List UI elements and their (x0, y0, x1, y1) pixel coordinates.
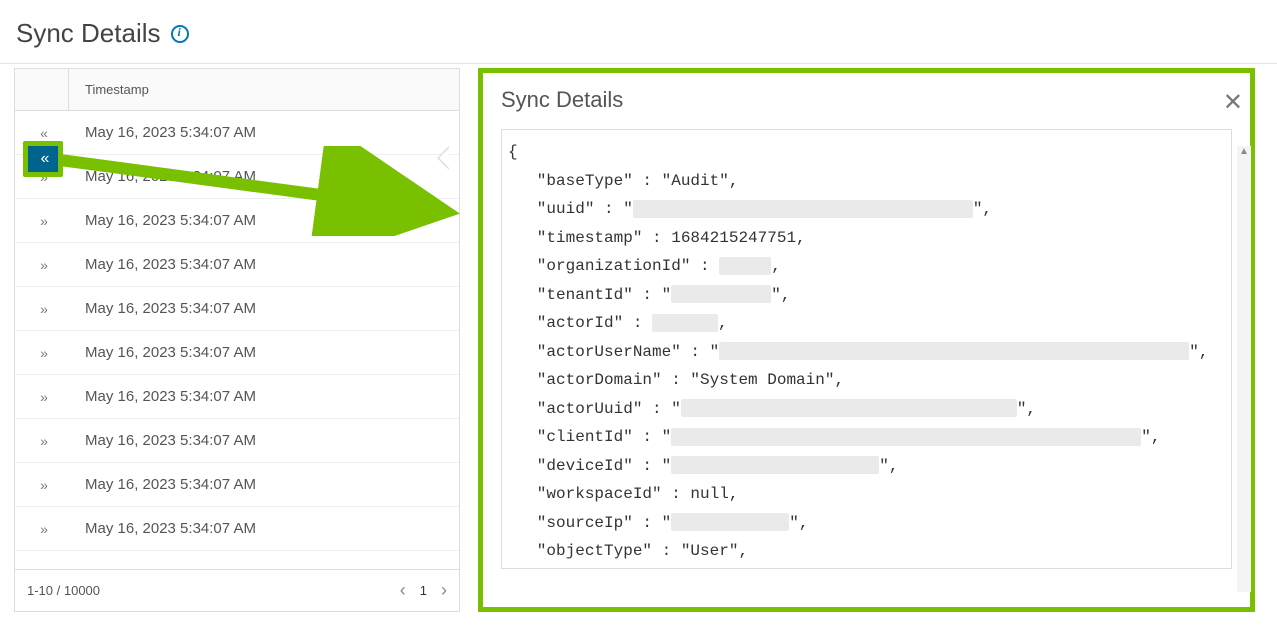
json-line: "actorUserName" : "", (508, 338, 1225, 367)
timestamp-cell: May 16, 2023 5:34:07 AM (69, 212, 256, 229)
title-text: Sync Details (16, 18, 161, 49)
redacted-value (719, 342, 1189, 360)
expand-row-icon[interactable]: » (15, 213, 69, 229)
page-title: Sync Details (0, 0, 1277, 63)
json-line: "sourceIp" : "", (508, 509, 1225, 538)
expand-row-icon[interactable]: » (15, 345, 69, 361)
json-line: "clientId" : "", (508, 423, 1225, 452)
expand-row-icon[interactable]: » (15, 257, 69, 273)
json-line: "organizationId" : , (508, 252, 1225, 281)
expand-row-icon[interactable]: » (15, 389, 69, 405)
expand-row-icon[interactable]: » (15, 521, 69, 537)
redacted-value (671, 513, 789, 531)
redacted-value (671, 285, 771, 303)
table-row[interactable]: «May 16, 2023 5:34:07 AM (15, 111, 459, 155)
close-icon[interactable]: ✕ (1223, 88, 1243, 117)
json-line: "timestamp" : 1684215247751, (508, 224, 1225, 253)
th-timestamp[interactable]: Timestamp (69, 82, 149, 97)
table-row[interactable]: »May 16, 2023 5:34:07 AM (15, 331, 459, 375)
json-line: "objectId" : "", (508, 566, 1225, 570)
timestamp-cell: May 16, 2023 5:34:07 AM (69, 124, 256, 141)
page-number: 1 (420, 583, 427, 598)
expand-row-icon[interactable]: » (15, 433, 69, 449)
redacted-value (671, 456, 879, 474)
redacted-value (633, 200, 973, 218)
json-line: "baseType" : "Audit", (508, 167, 1225, 196)
json-line: "objectType" : "User", (508, 537, 1225, 566)
prev-page-button[interactable]: ‹ (400, 580, 406, 601)
table-row[interactable]: »May 16, 2023 5:34:07 AM (15, 507, 459, 551)
expand-row-icon[interactable]: » (15, 477, 69, 493)
json-line: { (508, 138, 1225, 167)
detail-title: Sync Details (501, 87, 1232, 113)
content: Timestamp «May 16, 2023 5:34:07 AM»May 1… (0, 64, 1277, 612)
timestamp-table: Timestamp «May 16, 2023 5:34:07 AM»May 1… (14, 68, 460, 612)
table-body: «May 16, 2023 5:34:07 AM»May 16, 2023 5:… (15, 111, 459, 569)
table-footer: 1-10 / 10000 ‹ 1 › (15, 569, 459, 611)
redacted-value (671, 428, 1141, 446)
scrollbar[interactable]: ▲ (1237, 146, 1251, 592)
json-line: "actorUuid" : "", (508, 395, 1225, 424)
redacted-value (681, 399, 1017, 417)
table-row[interactable]: »May 16, 2023 5:34:07 AM (15, 419, 459, 463)
json-line: "workspaceId" : null, (508, 480, 1225, 509)
timestamp-cell: May 16, 2023 5:34:07 AM (69, 476, 256, 493)
scroll-up-icon[interactable]: ▲ (1237, 146, 1251, 160)
timestamp-cell: May 16, 2023 5:34:07 AM (69, 256, 256, 273)
table-row[interactable]: »May 16, 2023 5:34:07 AM (15, 375, 459, 419)
timestamp-cell: May 16, 2023 5:34:07 AM (69, 432, 256, 449)
redacted-value (652, 314, 718, 332)
table-header: Timestamp (15, 69, 459, 111)
json-line: "actorDomain" : "System Domain", (508, 366, 1225, 395)
timestamp-cell: May 16, 2023 5:34:07 AM (69, 520, 256, 537)
collapse-row-icon[interactable]: « (15, 125, 69, 141)
table-row[interactable]: »May 16, 2023 5:34:07 AM (15, 155, 459, 199)
timestamp-cell: May 16, 2023 5:34:07 AM (69, 300, 256, 317)
next-page-button[interactable]: › (441, 580, 447, 601)
table-row[interactable]: »May 16, 2023 5:34:07 AM (15, 287, 459, 331)
redacted-value (719, 257, 771, 275)
th-expand (15, 69, 69, 110)
expand-row-icon[interactable]: » (15, 301, 69, 317)
row-range: 1-10 / 10000 (27, 583, 100, 598)
info-icon[interactable] (171, 25, 189, 43)
timestamp-cell: May 16, 2023 5:34:07 AM (69, 168, 256, 185)
collapse-all-button[interactable]: « (23, 141, 63, 177)
json-line: "uuid" : "", (508, 195, 1225, 224)
timestamp-cell: May 16, 2023 5:34:07 AM (69, 388, 256, 405)
json-viewer[interactable]: { "baseType" : "Audit", "uuid" : "", "ti… (501, 129, 1232, 569)
table-row[interactable]: »May 16, 2023 5:34:07 AM (15, 199, 459, 243)
json-line: "deviceId" : "", (508, 452, 1225, 481)
detail-panel: Sync Details { "baseType" : "Audit", "uu… (478, 68, 1255, 612)
timestamp-cell: May 16, 2023 5:34:07 AM (69, 344, 256, 361)
detail-wrap: Sync Details { "baseType" : "Audit", "uu… (472, 68, 1277, 612)
table-row[interactable]: »May 16, 2023 5:34:07 AM (15, 243, 459, 287)
table-row[interactable]: »May 16, 2023 5:34:07 AM (15, 463, 459, 507)
pager: ‹ 1 › (400, 580, 447, 601)
json-line: "tenantId" : "", (508, 281, 1225, 310)
json-line: "actorId" : , (508, 309, 1225, 338)
panel-pointer (437, 146, 449, 170)
